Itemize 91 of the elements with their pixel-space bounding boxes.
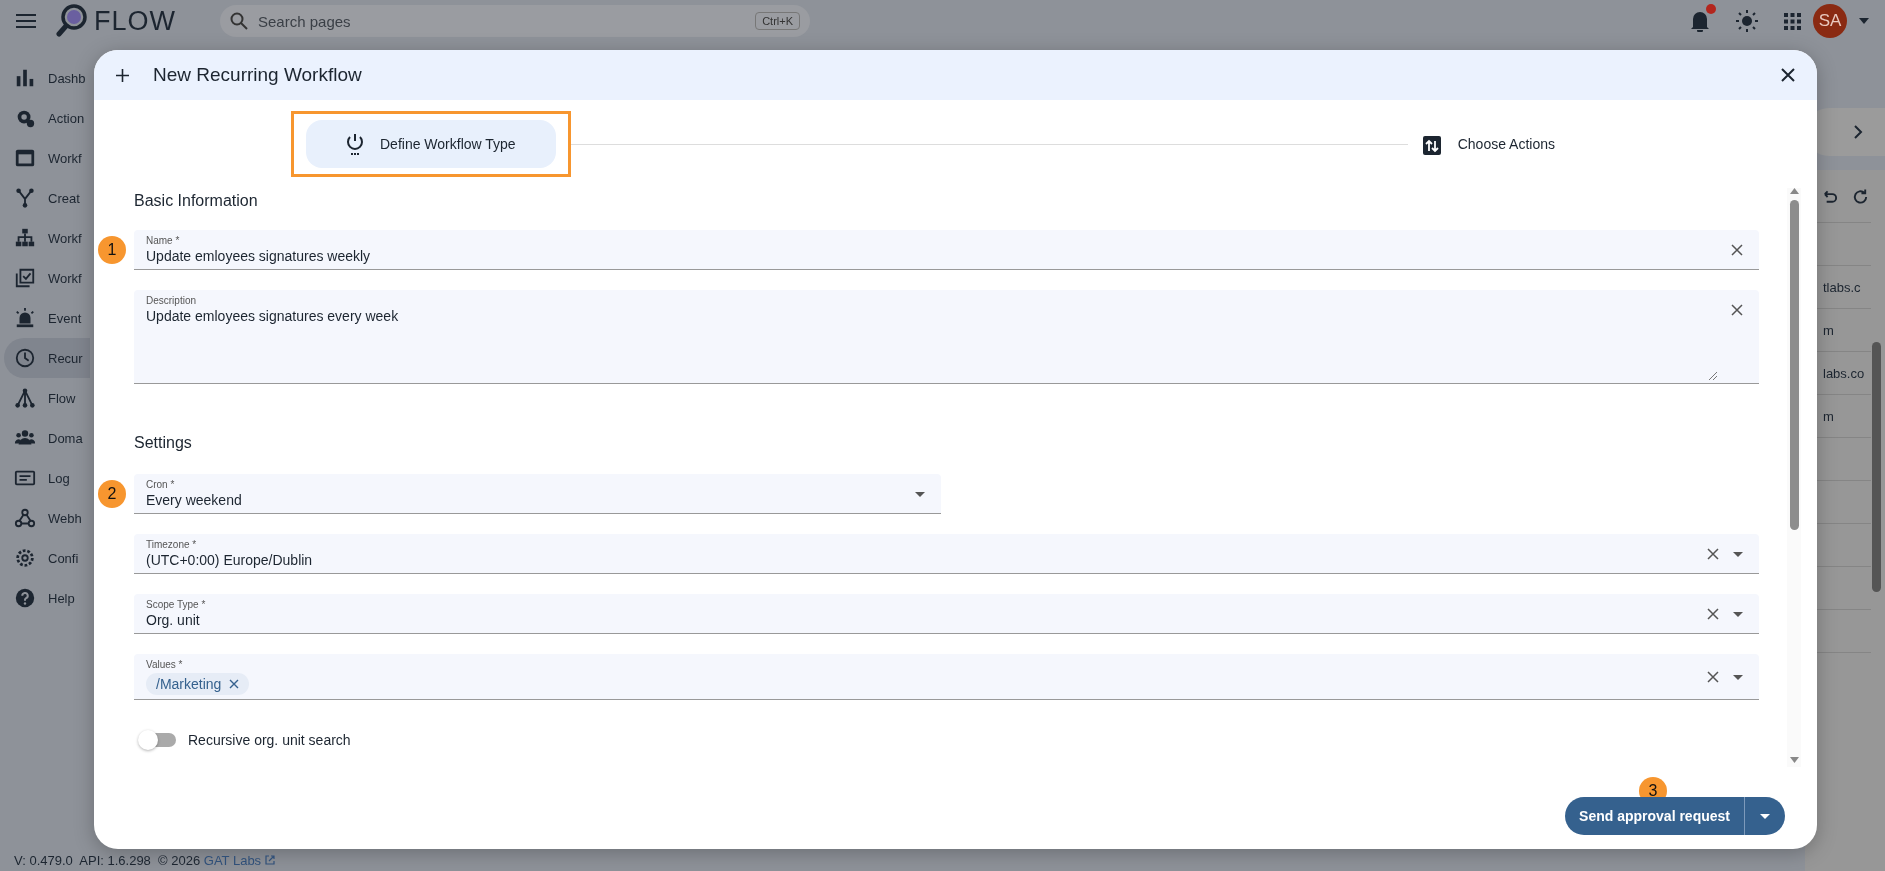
select-field[interactable]: Timezone * (UTC+0:00) Europe/Dublin (134, 534, 1759, 574)
field-label: Timezone * (146, 539, 198, 551)
chevron-right-icon[interactable] (1854, 125, 1863, 139)
value-chip[interactable]: /Marketing (146, 673, 250, 695)
clear-icon[interactable] (1707, 608, 1719, 620)
scrollbar-thumb[interactable] (1872, 342, 1881, 592)
resize-handle-icon[interactable] (1709, 372, 1717, 380)
field-value: Update emloyees signatures weekly (146, 247, 372, 265)
clear-icon[interactable] (1731, 304, 1743, 316)
table-cell: tlabs.c (1823, 279, 1861, 295)
table-cell: labs.co (1823, 365, 1865, 381)
name-input[interactable]: Name * Update emloyees signatures weekly (134, 230, 1759, 270)
scroll-down-icon[interactable] (1789, 757, 1799, 763)
siren-icon (14, 307, 36, 329)
toggle-label: Recursive org. unit search (188, 732, 351, 748)
field-label: Description (146, 295, 198, 307)
sidebar-item[interactable]: Action (4, 98, 90, 138)
section-heading: Basic Information (134, 192, 259, 211)
dropdown-caret-icon[interactable] (1733, 551, 1743, 557)
org-chart-icon (14, 227, 36, 249)
clock-icon (14, 347, 36, 369)
clear-icon[interactable] (1731, 244, 1743, 256)
version-text: V: 0.479.0 API: 1.6.298 © 2026 GAT Labs (14, 852, 262, 868)
field-label: Scope Type * (146, 599, 207, 611)
section-heading: Settings (134, 434, 193, 453)
clear-icon[interactable] (1707, 671, 1719, 683)
sidebar-item[interactable]: Confi (4, 538, 90, 578)
close-icon[interactable] (1781, 68, 1795, 82)
step-tab[interactable]: Define Workflow Type (306, 120, 556, 168)
shortcut-hint: Ctrl+K (755, 12, 800, 30)
help-icon (14, 587, 36, 609)
code-window-icon (14, 147, 36, 169)
network-icon (14, 387, 36, 409)
webhook-icon (14, 507, 36, 529)
power-icon (346, 133, 364, 155)
app-name: FLOW (94, 5, 176, 37)
step-marker: 1 (98, 236, 126, 264)
sun-icon[interactable] (1736, 10, 1758, 32)
sidebar-item[interactable]: Creat (4, 178, 90, 218)
field-value: (UTC+0:00) Europe/Dublin (146, 551, 314, 569)
user-avatar[interactable]: SA (1813, 4, 1847, 38)
table-cell: m (1823, 408, 1834, 424)
dropdown-caret-icon[interactable] (915, 491, 925, 497)
menu-icon[interactable] (16, 13, 36, 29)
sidebar-item[interactable]: Workf (4, 138, 90, 178)
checklist-icon (14, 267, 36, 289)
scrollbar[interactable] (1787, 188, 1801, 767)
sidebar-item[interactable]: Doma (4, 418, 90, 458)
branch-icon (14, 187, 36, 209)
field-value: Every weekend (146, 491, 243, 509)
undo-icon[interactable] (1821, 188, 1838, 206)
dropdown-caret-icon[interactable] (1733, 611, 1743, 617)
field-label: Cron * (146, 479, 176, 491)
clipboard-swap-icon (1421, 133, 1442, 155)
dropdown-caret-icon[interactable] (1733, 674, 1743, 680)
company-link[interactable]: GAT Labs (203, 852, 262, 868)
clear-icon[interactable] (1707, 548, 1719, 560)
table-cell: m (1823, 322, 1834, 338)
caret-icon[interactable] (1859, 18, 1869, 24)
sidebar-item[interactable]: Help (4, 578, 90, 618)
field-value: Org. unit (146, 611, 201, 629)
magnifier-logo-icon (56, 4, 88, 38)
send-approval-button[interactable]: Send approval request (1565, 797, 1785, 835)
step-tab[interactable]: Choose Actions (1421, 120, 1555, 168)
step-marker: 2 (98, 480, 126, 508)
sidebar-item[interactable]: Event (4, 298, 90, 338)
scroll-up-icon[interactable] (1789, 188, 1799, 194)
remove-icon[interactable] (229, 679, 240, 689)
field-label: Name * (146, 235, 181, 247)
sidebar-item[interactable]: Dashb (4, 58, 90, 98)
description-textarea[interactable]: Description Update emloyees signatures every week (134, 290, 1759, 384)
sidebar-item[interactable]: Workf (4, 258, 90, 298)
plus-icon (116, 68, 129, 82)
sidebar-item[interactable]: Workf (4, 218, 90, 258)
bell-icon[interactable] (1690, 10, 1710, 32)
search-icon (230, 12, 248, 30)
external-link-icon[interactable] (265, 855, 276, 865)
caret-icon (1760, 813, 1770, 819)
redo-icon[interactable] (1852, 188, 1869, 206)
field-label: Values * (146, 659, 184, 671)
sidebar-item[interactable]: Flow (4, 378, 90, 418)
sidebar-item[interactable]: Recur (4, 338, 90, 378)
sidebar-item[interactable]: Webh (4, 498, 90, 538)
sidebar-item[interactable]: Log (4, 458, 90, 498)
dialog-title: New Recurring Workflow (153, 64, 363, 86)
apps-grid-icon[interactable] (1784, 12, 1801, 30)
field-value: Update emloyees signatures every week (146, 307, 400, 325)
bar-chart-icon (14, 67, 36, 89)
select-field[interactable]: Cron * Every weekend (134, 474, 941, 514)
multi-select-field[interactable]: Values * /Marketing (134, 654, 1759, 700)
select-field[interactable]: Scope Type * Org. unit (134, 594, 1759, 634)
